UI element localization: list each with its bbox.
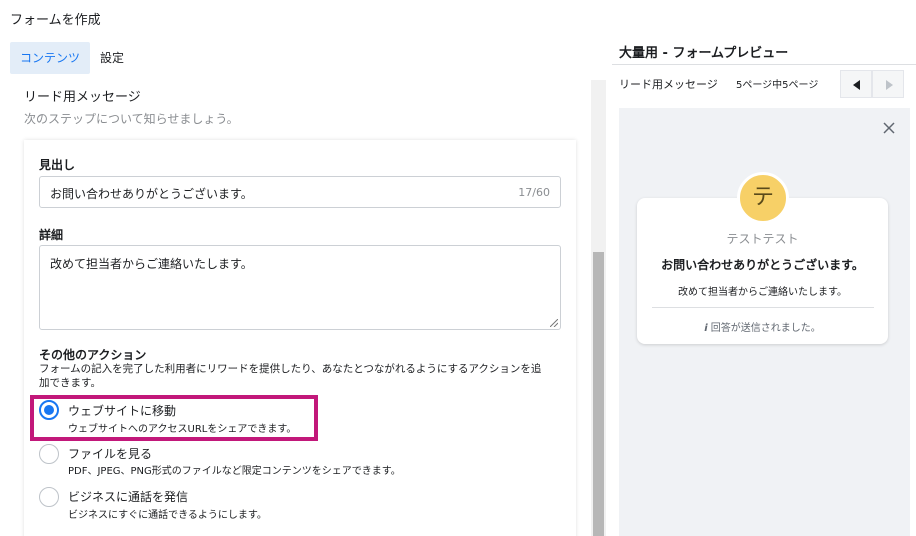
option-file-label[interactable]: ファイルを見る <box>68 445 152 462</box>
preview-sent-message: i 回答が送信されました。 <box>637 319 888 334</box>
tab-bar: コンテンツ 設定 <box>10 42 134 74</box>
tab-settings[interactable]: 設定 <box>90 42 134 74</box>
option-file-sub: PDF、JPEG、PNG形式のファイルなど限定コンテンツをシェアできます。 <box>68 466 401 477</box>
next-page-button[interactable] <box>872 70 904 98</box>
preview-toolbar: リード用メッセージ 5ページ中5ページ <box>612 66 916 102</box>
caret-left-icon <box>853 80 860 90</box>
details-value: 改めて担当者からご連絡いたします。 <box>50 257 253 271</box>
other-actions-description: フォームの記入を完了した利用者にリワードを提供したり、あなたとつながれるようにす… <box>39 362 541 390</box>
headline-label: 見出し <box>39 158 76 172</box>
close-icon[interactable] <box>881 120 897 136</box>
divider <box>612 64 916 65</box>
preview-detail: 改めて担当者からご連絡いたします。 <box>678 287 847 298</box>
other-actions-label: その他のアクション <box>39 348 147 362</box>
preview-page-name: テストテスト <box>726 232 799 246</box>
page-indicator: 5ページ中5ページ <box>736 80 819 91</box>
form-card: 見出し お問い合わせありがとうございます。 17/60 詳細 改めて担当者からご… <box>24 140 576 536</box>
caret-right-icon <box>886 80 893 90</box>
preview-title: 大量用 - フォームプレビュー <box>619 46 789 61</box>
section-title: リード用メッセージ <box>24 90 141 105</box>
tab-content[interactable]: コンテンツ <box>10 42 91 74</box>
headline-input[interactable]: お問い合わせありがとうございます。 17/60 <box>39 176 561 208</box>
divider <box>652 307 874 308</box>
highlight-annotation <box>30 395 318 441</box>
page-avatar: テ <box>737 172 789 224</box>
description-line: フォームの記入を完了した利用者にリワードを提供したり、あなたとつながれるようにす… <box>39 363 542 375</box>
preview-headline: お問い合わせありがとうございます。 <box>661 258 864 272</box>
page-title: フォームを作成 <box>10 13 101 28</box>
sent-text: 回答が送信されました。 <box>710 323 821 334</box>
description-line: 加できます。 <box>39 377 101 389</box>
section-subtitle: 次のステップについて知らせましょう。 <box>24 112 239 126</box>
scrollbar-thumb[interactable] <box>593 252 604 536</box>
option-call-sub: ビジネスにすぐに通話できるようにします。 <box>68 510 267 521</box>
headline-value: お問い合わせありがとうございます。 <box>50 187 253 201</box>
info-icon: i <box>704 323 708 334</box>
details-label: 詳細 <box>39 228 64 242</box>
radio-call[interactable] <box>39 487 59 507</box>
headline-char-counter: 17/60 <box>518 186 550 199</box>
radio-file[interactable] <box>39 444 59 464</box>
resize-grip-icon[interactable] <box>550 319 558 327</box>
prev-page-button[interactable] <box>840 70 872 98</box>
preview-step-label: リード用メッセージ <box>619 78 718 91</box>
option-call-label[interactable]: ビジネスに通話を発信 <box>68 488 188 505</box>
details-textarea[interactable]: 改めて担当者からご連絡いたします。 <box>39 245 561 330</box>
